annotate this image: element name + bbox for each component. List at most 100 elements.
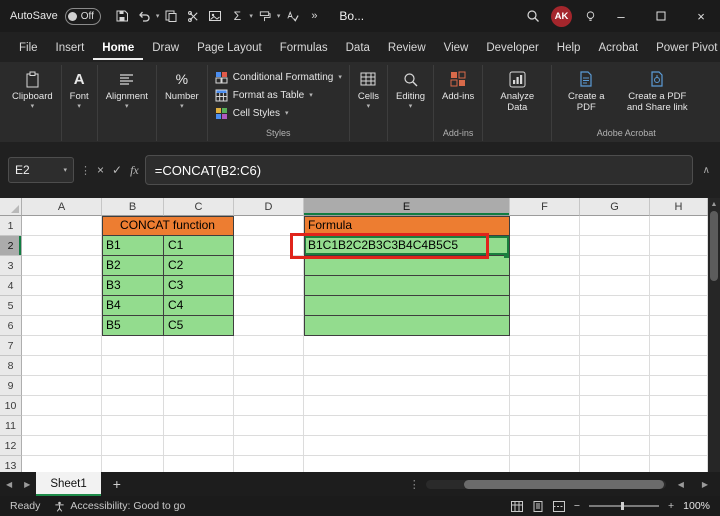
select-all-corner[interactable] [0,198,22,216]
cell-b7[interactable] [102,336,164,356]
cell-c7[interactable] [164,336,234,356]
cell-b10[interactable] [102,396,164,416]
cell-f7[interactable] [510,336,580,356]
cell-e7[interactable] [304,336,510,356]
undo-icon[interactable] [134,5,154,27]
cell-g11[interactable] [580,416,650,436]
page-break-view-icon[interactable] [553,501,565,512]
format-painter-icon[interactable] [255,5,275,27]
sheet-nav-left-icon[interactable]: ◀ [0,480,18,489]
cell-e6[interactable] [304,316,510,336]
cell-f10[interactable] [510,396,580,416]
cell-g13[interactable] [580,456,650,472]
row-header-1[interactable]: 1 [0,216,22,236]
cell-e10[interactable] [304,396,510,416]
sheet-tab-sheet1[interactable]: Sheet1 [36,472,100,496]
cell-a8[interactable] [22,356,102,376]
cell-d8[interactable] [234,356,304,376]
qat-overflow-icon[interactable]: » [304,5,324,27]
cell-g4[interactable] [580,276,650,296]
row-header-7[interactable]: 7 [0,336,22,356]
formula-input[interactable]: =CONCAT(B2:C6) [145,155,693,185]
cell-a5[interactable] [22,296,102,316]
ribbon-tab-insert[interactable]: Insert [47,35,94,60]
cell-b12[interactable] [102,436,164,456]
cell-g2[interactable] [580,236,650,256]
copy-icon[interactable] [161,5,181,27]
sum-dropdown-chevron[interactable]: ▾ [249,13,253,20]
format-as-table-button[interactable]: Format as Table ▾ [213,87,315,104]
cell-f3[interactable] [510,256,580,276]
cell-f5[interactable] [510,296,580,316]
ribbon-tab-help[interactable]: Help [548,35,590,60]
ribbon-tab-view[interactable]: View [435,35,478,60]
cells-button[interactable]: Cells ▾ [355,66,382,110]
cell-g10[interactable] [580,396,650,416]
cut-icon[interactable] [183,5,203,27]
ribbon-tab-data[interactable]: Data [337,35,379,60]
cell-d10[interactable] [234,396,304,416]
column-header-g[interactable]: G [580,198,650,216]
cell-b4[interactable]: B3 [102,276,164,296]
cell-g9[interactable] [580,376,650,396]
cell-a4[interactable] [22,276,102,296]
undo-dropdown-chevron[interactable]: ▾ [156,13,160,20]
cell-c5[interactable]: C4 [164,296,234,316]
cell-a12[interactable] [22,436,102,456]
ribbon-tab-draw[interactable]: Draw [143,35,188,60]
cell-f2[interactable] [510,236,580,256]
cell-b13[interactable] [102,456,164,472]
vertical-scroll-thumb[interactable] [710,211,718,281]
row-header-5[interactable]: 5 [0,296,22,316]
cell-h10[interactable] [650,396,708,416]
create-pdf-share-button[interactable]: Create a PDF and Share link [619,66,695,113]
cell-d5[interactable] [234,296,304,316]
name-box-chevron[interactable]: ▾ [63,167,67,174]
cell-c6[interactable]: C5 [164,316,234,336]
cell-h1[interactable] [650,216,708,236]
cell-h5[interactable] [650,296,708,316]
cell-d1[interactable] [234,216,304,236]
zoom-in-icon[interactable]: + [668,500,674,512]
create-pdf-button[interactable]: Create a PDF [557,66,615,113]
cell-d11[interactable] [234,416,304,436]
save-icon[interactable] [112,5,132,27]
cell-c12[interactable] [164,436,234,456]
cell-g5[interactable] [580,296,650,316]
cell-e3[interactable] [304,256,510,276]
editing-button[interactable]: Editing ▾ [393,66,428,110]
row-header-9[interactable]: 9 [0,376,22,396]
cell-h3[interactable] [650,256,708,276]
cell-c11[interactable] [164,416,234,436]
cell-b1[interactable]: CONCAT function [102,216,234,236]
hscroll-left-icon[interactable]: ◀ [672,480,690,489]
scroll-up-icon[interactable]: ▲ [711,198,718,211]
cell-h7[interactable] [650,336,708,356]
cell-e11[interactable] [304,416,510,436]
cell-b2[interactable]: B1 [102,236,164,256]
cell-b5[interactable]: B4 [102,296,164,316]
ribbon-tab-review[interactable]: Review [379,35,435,60]
cell-f9[interactable] [510,376,580,396]
ribbon-tab-power-pivot[interactable]: Power Pivot [647,35,720,60]
cell-a7[interactable] [22,336,102,356]
analyze-data-button[interactable]: Analyze Data [488,66,546,113]
cell-f13[interactable] [510,456,580,472]
cell-c4[interactable]: C3 [164,276,234,296]
name-box[interactable]: E2 ▾ [8,157,74,183]
cell-b3[interactable]: B2 [102,256,164,276]
cell-g7[interactable] [580,336,650,356]
cell-c3[interactable]: C2 [164,256,234,276]
cell-c9[interactable] [164,376,234,396]
zoom-level[interactable]: 100% [683,500,710,512]
column-header-e[interactable]: E [304,198,510,216]
cell-a11[interactable] [22,416,102,436]
cell-h11[interactable] [650,416,708,436]
sheet-nav-right-icon[interactable]: ▶ [18,480,36,489]
cell-a6[interactable] [22,316,102,336]
column-header-h[interactable]: H [650,198,708,216]
cell-g1[interactable] [580,216,650,236]
add-sheet-button[interactable]: + [101,476,133,492]
cell-d7[interactable] [234,336,304,356]
cell-b11[interactable] [102,416,164,436]
